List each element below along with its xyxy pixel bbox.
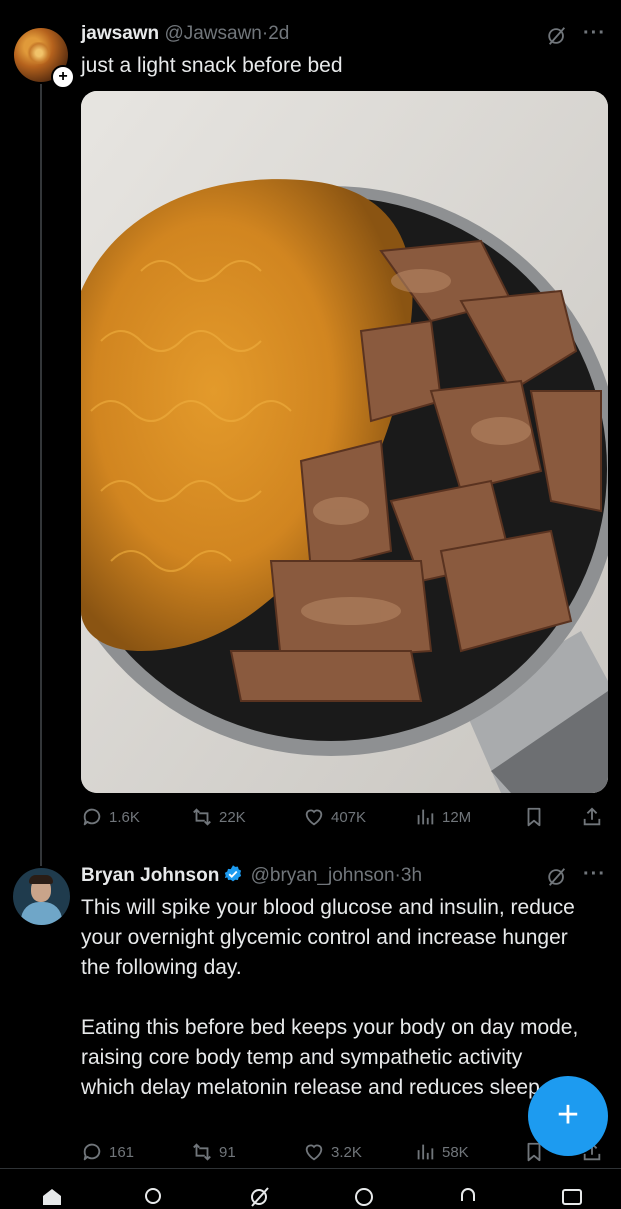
views-icon	[417, 1144, 434, 1160]
communities-icon[interactable]	[352, 1185, 376, 1209]
search-icon[interactable]	[142, 1185, 166, 1209]
more-icon[interactable]: ···	[583, 22, 606, 45]
reply-icon	[83, 808, 101, 826]
verified-badge-icon	[225, 865, 242, 882]
grok-icon[interactable]	[546, 866, 568, 888]
reply-icon	[83, 1143, 101, 1161]
views-count: 58K	[442, 1143, 469, 1161]
home-icon[interactable]	[40, 1185, 64, 1209]
post1-image[interactable]	[81, 91, 608, 793]
repost-icon	[193, 808, 211, 826]
post2-time[interactable]: 3h	[401, 865, 422, 886]
repost-icon	[193, 1143, 211, 1161]
share-icon	[583, 807, 601, 826]
reply-button[interactable]: 161	[81, 1141, 134, 1163]
post2-action-bar: 161 91 3.2K 58K	[81, 1141, 608, 1167]
like-count: 3.2K	[331, 1143, 362, 1161]
follow-plus-icon[interactable]: +	[51, 65, 75, 89]
repost-button[interactable]: 91	[191, 1141, 236, 1163]
reply-count: 161	[109, 1143, 135, 1161]
post1-time[interactable]: 2d	[268, 23, 289, 44]
share-button[interactable]	[581, 806, 603, 828]
views-count: 12M	[442, 808, 472, 826]
post1-text: just a light snack before bed	[81, 54, 343, 77]
like-button[interactable]: 3.2K	[303, 1141, 362, 1163]
heart-icon	[305, 1144, 323, 1161]
avatar-bryan-johnson[interactable]	[13, 868, 70, 925]
thread-connector-line	[40, 84, 42, 866]
heart-icon	[305, 809, 323, 826]
post1-header: jawsawn @Jawsawn·2d	[81, 23, 289, 45]
bookmark-button[interactable]	[523, 806, 545, 828]
bottom-nav-bar	[0, 1168, 621, 1207]
post2-text: This will spike your blood glucose and i…	[81, 893, 581, 1133]
post2-paragraph-2: Eating this before bed keeps your body o…	[81, 1016, 579, 1099]
views-icon	[417, 809, 434, 825]
post1-author-name[interactable]: jawsawn	[81, 23, 159, 44]
grok-icon[interactable]	[248, 1185, 272, 1209]
post1-action-bar: 1.6K 22K 407K 12M	[81, 806, 608, 832]
repost-count: 22K	[219, 808, 246, 826]
bookmark-icon	[527, 807, 541, 827]
repost-button[interactable]: 22K	[191, 806, 246, 828]
messages-icon[interactable]	[560, 1185, 584, 1209]
views-button[interactable]: 12M	[414, 806, 471, 828]
more-icon[interactable]: ···	[583, 863, 606, 886]
post1-handle[interactable]: @Jawsawn	[164, 23, 261, 44]
post2-header: Bryan Johnson @bryan_johnson·3h	[81, 864, 422, 887]
post2-handle[interactable]: @bryan_johnson	[251, 865, 395, 886]
views-button[interactable]: 58K	[414, 1141, 469, 1163]
like-button[interactable]: 407K	[303, 806, 366, 828]
reply-count: 1.6K	[109, 808, 140, 826]
notifications-icon[interactable]	[456, 1185, 480, 1209]
grok-icon[interactable]	[546, 25, 568, 47]
post2-paragraph-1: This will spike your blood glucose and i…	[81, 896, 575, 979]
post2-author-name[interactable]: Bryan Johnson	[81, 865, 219, 886]
repost-count: 91	[219, 1143, 236, 1161]
reply-button[interactable]: 1.6K	[81, 806, 140, 828]
compose-fab-button[interactable]: +	[528, 1076, 608, 1156]
like-count: 407K	[331, 808, 367, 826]
